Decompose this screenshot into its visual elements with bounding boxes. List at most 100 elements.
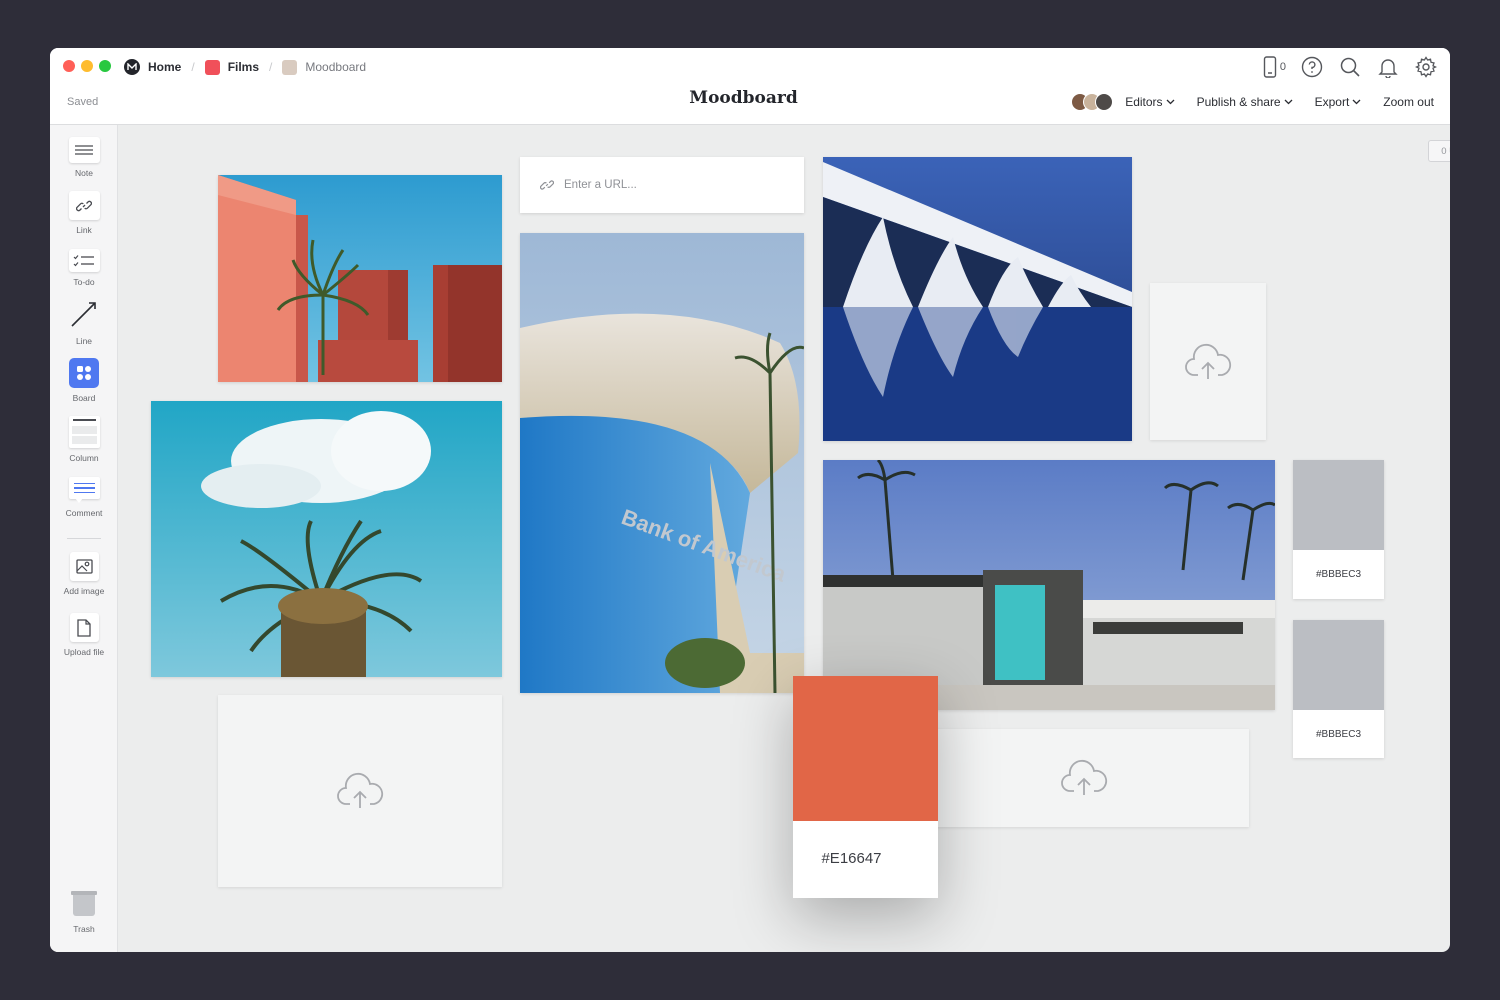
- breadcrumb-label: Films: [227, 60, 260, 74]
- notifications-button[interactable]: [1376, 55, 1400, 79]
- tool-label: Note: [75, 168, 93, 178]
- chevron-down-icon: [1352, 99, 1361, 105]
- tool-label: To-do: [73, 277, 95, 287]
- mobile-device-button[interactable]: 0: [1263, 56, 1286, 78]
- image-icon: [69, 552, 99, 581]
- image-card-pink-building[interactable]: [218, 175, 502, 382]
- tool-label: Upload file: [63, 647, 105, 657]
- tool-board[interactable]: Board: [50, 358, 118, 403]
- url-placeholder: Enter a URL...: [564, 179, 637, 191]
- top-bar: Home / Films / Moodboard Saved Moodboard…: [50, 48, 1450, 125]
- tool-label: Line: [75, 336, 93, 346]
- breadcrumb-separator: /: [191, 60, 195, 74]
- phone-icon: [1263, 56, 1277, 78]
- sidebar-divider: [67, 538, 101, 539]
- help-button[interactable]: [1300, 55, 1324, 79]
- trash-button[interactable]: Trash: [50, 891, 118, 934]
- export-menu[interactable]: Export: [1315, 95, 1362, 109]
- breadcrumb-moodboard[interactable]: Moodboard: [282, 59, 367, 75]
- export-label: Export: [1314, 95, 1350, 109]
- swatch-color: [793, 676, 938, 821]
- photo-palm-cloud: [151, 401, 502, 677]
- trash-icon: [70, 891, 98, 919]
- swatch-hex: #E16647: [821, 850, 882, 867]
- file-icon: [69, 613, 99, 642]
- board-icon: [282, 59, 298, 75]
- unsorted-button[interactable]: 0 Unsorted: [1428, 140, 1450, 162]
- upload-placeholder[interactable]: [1150, 283, 1266, 440]
- tool-upload-file[interactable]: Upload file: [50, 613, 118, 657]
- swatch-hex: #BBBEC3: [1315, 569, 1362, 580]
- tool-column[interactable]: Column: [50, 416, 118, 463]
- breadcrumb-films[interactable]: Films: [204, 59, 260, 75]
- tool-label: Trash: [73, 924, 95, 934]
- breadcrumb-home[interactable]: Home: [124, 59, 181, 75]
- upload-placeholder[interactable]: [918, 729, 1249, 827]
- tool-label: Column: [69, 453, 99, 463]
- tool-comment[interactable]: Comment: [50, 477, 118, 518]
- image-card-modernist-palace[interactable]: [823, 157, 1132, 441]
- photo-modernist-palace: [823, 157, 1132, 441]
- editors-menu[interactable]: Editors: [1125, 95, 1175, 109]
- photo-pink-building: [218, 175, 502, 382]
- swatch-hex: #BBBEC3: [1315, 729, 1362, 740]
- header-menus: Editors Publish & share Export Zoom out: [1071, 93, 1434, 111]
- board-canvas[interactable]: 0 Unsorted: [118, 125, 1450, 952]
- zoom-out-label: Zoom out: [1383, 95, 1434, 109]
- note-icon: [68, 137, 100, 163]
- app-window: Home / Films / Moodboard Saved Moodboard…: [50, 48, 1450, 952]
- upload-placeholder[interactable]: [218, 695, 502, 887]
- minimize-window-button[interactable]: [81, 60, 93, 72]
- board-icon: [204, 59, 220, 75]
- zoom-out-button[interactable]: Zoom out: [1383, 95, 1434, 109]
- color-swatch[interactable]: #BBBEC3: [1293, 460, 1384, 599]
- photo-midcentury-house: [823, 460, 1275, 710]
- url-input-card[interactable]: Enter a URL...: [520, 157, 804, 213]
- publish-share-menu[interactable]: Publish & share: [1197, 95, 1293, 109]
- tool-line[interactable]: Line: [50, 297, 118, 346]
- settings-button[interactable]: [1414, 55, 1438, 79]
- tool-label: Add image: [63, 586, 105, 596]
- tool-note[interactable]: Note: [50, 137, 118, 178]
- tool-link[interactable]: Link: [50, 191, 118, 235]
- comment-icon: [68, 477, 100, 503]
- image-card-bank-building[interactable]: Bank of America: [520, 233, 804, 693]
- photo-bank-building: Bank of America: [520, 233, 804, 693]
- breadcrumb-separator: /: [269, 60, 273, 74]
- publish-label: Publish & share: [1196, 95, 1281, 109]
- link-icon: [68, 191, 100, 220]
- color-swatch[interactable]: #BBBEC3: [1293, 620, 1384, 758]
- tool-add-image[interactable]: Add image: [50, 552, 118, 596]
- breadcrumb-label: Moodboard: [305, 60, 367, 74]
- chevron-down-icon: [1284, 99, 1293, 105]
- cloud-upload-icon: [1185, 343, 1232, 379]
- editor-avatars: [1071, 93, 1114, 111]
- breadcrumb: Home / Films / Moodboard: [124, 57, 366, 77]
- search-icon: [1340, 57, 1360, 77]
- todo-icon: [68, 249, 100, 272]
- gear-icon: [1415, 56, 1437, 78]
- link-icon: [540, 180, 554, 190]
- search-button[interactable]: [1338, 55, 1362, 79]
- line-icon: [69, 297, 100, 331]
- tool-label: Comment: [65, 508, 103, 518]
- chevron-down-icon: [1166, 99, 1175, 105]
- bell-icon: [1378, 59, 1398, 78]
- tool-label: Link: [76, 225, 92, 235]
- tool-todo[interactable]: To-do: [50, 249, 118, 287]
- breadcrumb-label: Home: [148, 60, 182, 74]
- swatch-color: [1293, 620, 1384, 710]
- tool-sidebar: Note Link To-do Line Board Column Commen…: [50, 125, 118, 952]
- device-count: 0: [1279, 61, 1286, 73]
- close-window-button[interactable]: [63, 60, 75, 72]
- cloud-upload-icon: [337, 772, 384, 808]
- milanote-logo-icon: [124, 59, 140, 75]
- image-card-midcentury-house[interactable]: [823, 460, 1275, 710]
- tool-label: Board: [72, 393, 96, 403]
- image-card-palm-cloud[interactable]: [151, 401, 502, 677]
- board-icon: [69, 358, 99, 388]
- editors-label: Editors: [1125, 95, 1163, 109]
- zoom-window-button[interactable]: [99, 60, 111, 72]
- color-swatch-dragging[interactable]: #E16647: [793, 676, 938, 898]
- swatch-color: [1293, 460, 1384, 550]
